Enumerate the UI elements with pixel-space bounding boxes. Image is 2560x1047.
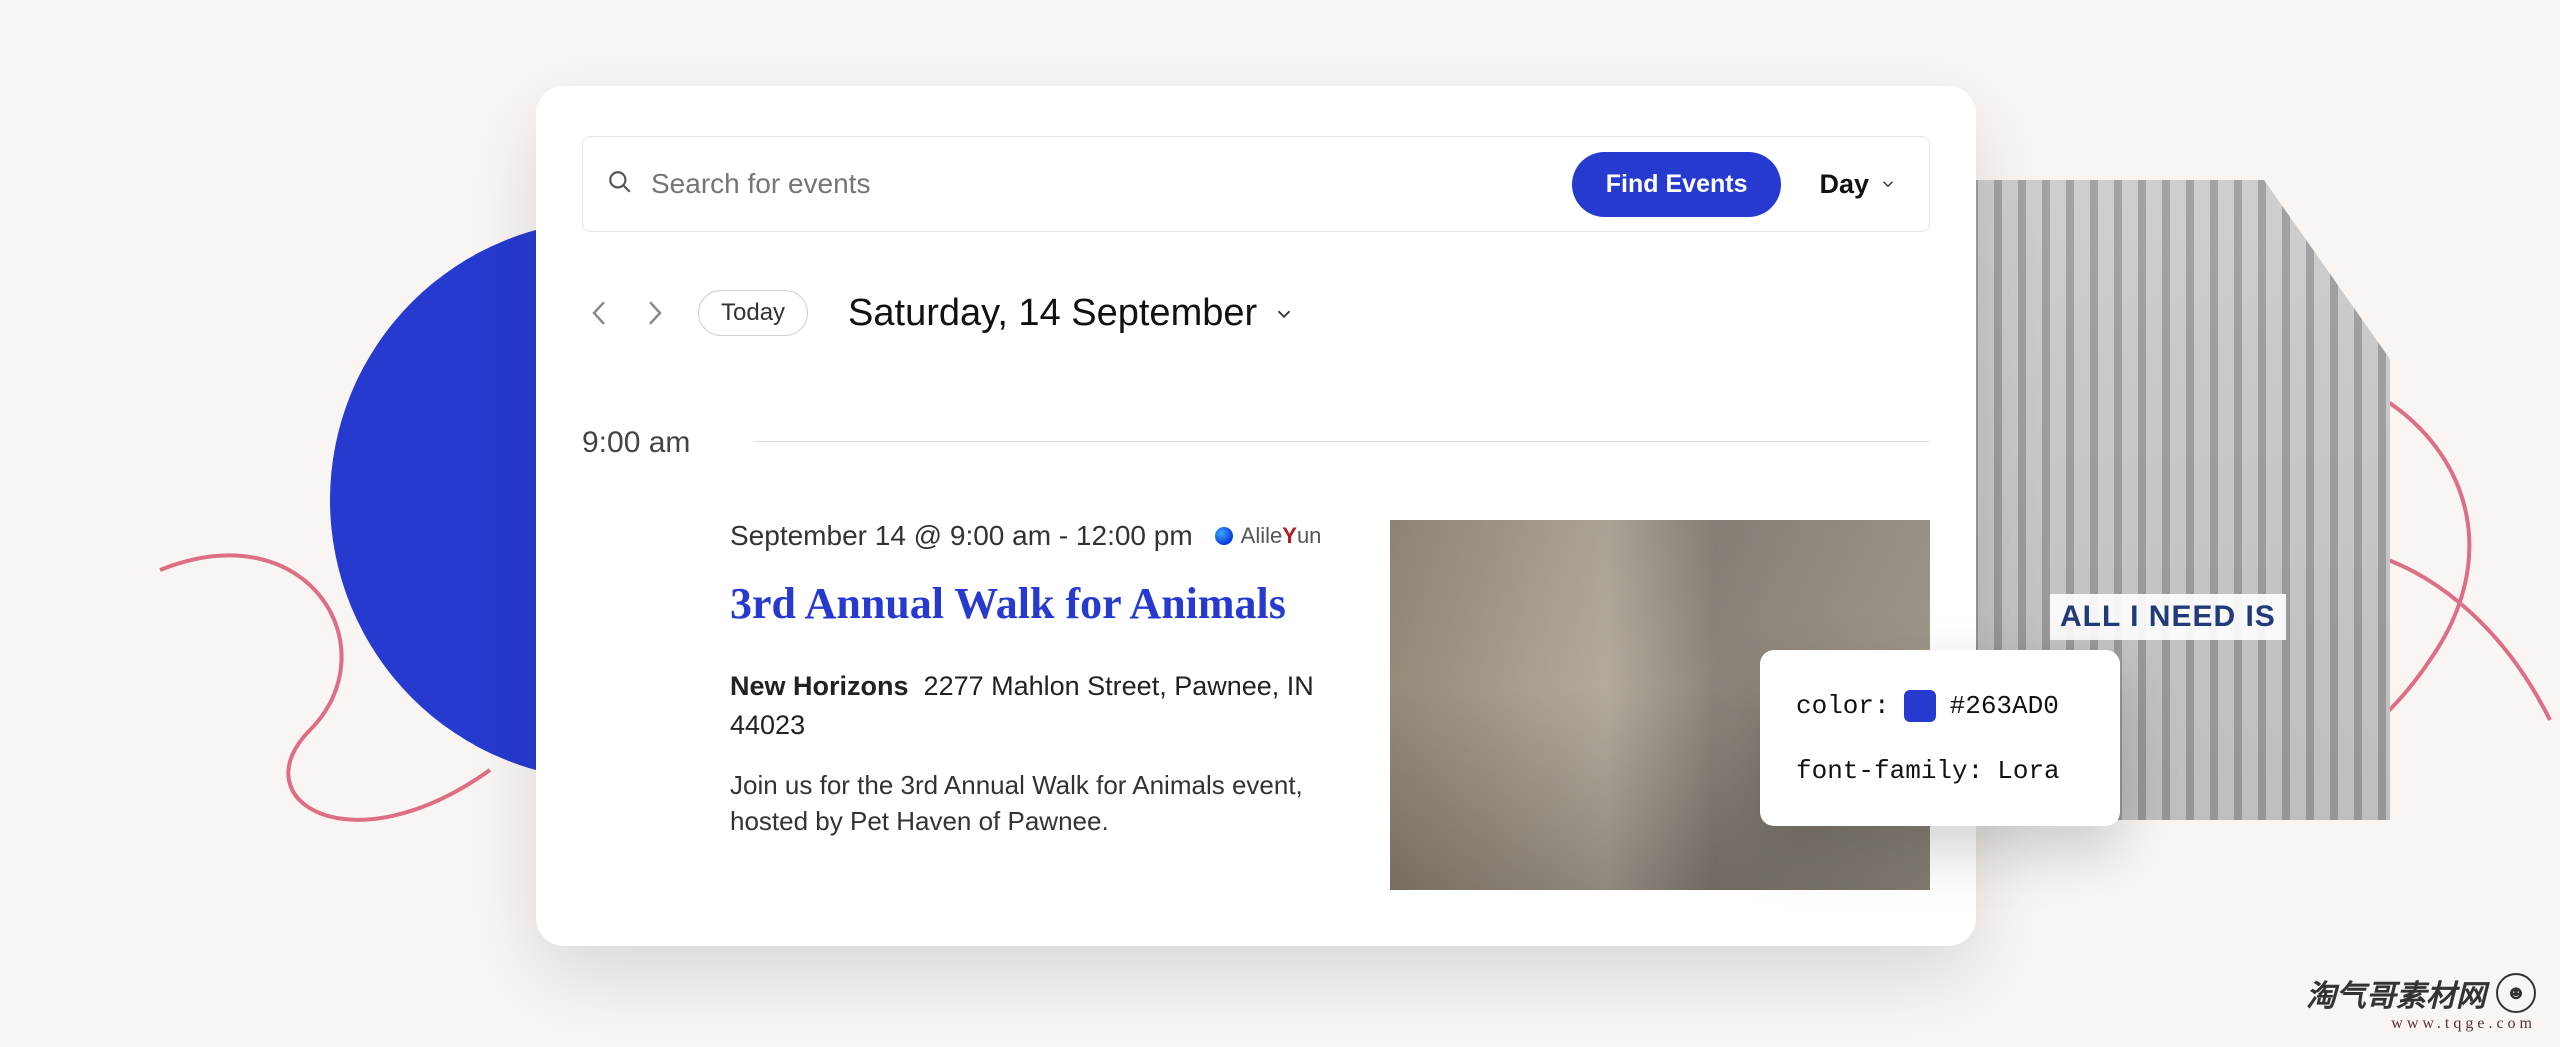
watermark-url: www.tqge.com	[2306, 1015, 2536, 1033]
callout-color-label: color:	[1796, 691, 1890, 721]
next-day-button[interactable]	[638, 296, 672, 330]
cloud-icon	[1215, 527, 1233, 545]
event-info: September 14 @ 9:00 am - 12:00 pm AlileY…	[730, 520, 1350, 890]
callout-font-label: font-family:	[1796, 756, 1983, 786]
event-description: Join us for the 3rd Annual Walk for Anim…	[730, 767, 1350, 840]
chevron-down-icon	[1273, 292, 1295, 335]
prev-day-button[interactable]	[582, 296, 616, 330]
chevron-down-icon	[1879, 169, 1897, 200]
event-datetime-row: September 14 @ 9:00 am - 12:00 pm AlileY…	[730, 520, 1350, 552]
event-venue: New Horizons 2277 Mahlon Street, Pawnee,…	[730, 667, 1350, 745]
style-callout: color: #263AD0 font-family: Lora	[1760, 650, 2120, 826]
event-badge: AlileYun	[1215, 523, 1322, 549]
find-events-button[interactable]: Find Events	[1572, 152, 1782, 217]
top-bar: Find Events Day	[582, 136, 1930, 232]
search-input[interactable]	[651, 168, 1552, 200]
color-swatch	[1904, 690, 1936, 722]
watermark-text: 淘气哥素材网	[2306, 971, 2486, 1015]
date-nav-row: Today Saturday, 14 September	[582, 290, 1930, 336]
tshirt-text: ALL I NEED IS	[2050, 594, 2286, 640]
watermark-icon: ☻	[2496, 973, 2536, 1013]
view-selector[interactable]: Day	[1801, 169, 1905, 200]
callout-color-row: color: #263AD0	[1796, 690, 2084, 722]
event-badge-text: AlileYun	[1241, 523, 1322, 549]
event-venue-name: New Horizons	[730, 671, 909, 701]
callout-color-value: #263AD0	[1950, 691, 2059, 721]
watermark: 淘气哥素材网 ☻ www.tqge.com	[2306, 971, 2536, 1033]
time-divider	[754, 441, 1930, 442]
decorative-squiggle-left	[130, 530, 530, 880]
date-heading-text: Saturday, 14 September	[848, 292, 1257, 335]
search-wrap	[607, 168, 1552, 200]
view-selector-label: Day	[1819, 169, 1869, 200]
callout-font-value: Lora	[1997, 756, 2059, 786]
search-icon	[607, 169, 633, 200]
time-label: 9:00 am	[582, 426, 722, 460]
date-heading[interactable]: Saturday, 14 September	[848, 292, 1295, 335]
event-item: September 14 @ 9:00 am - 12:00 pm AlileY…	[730, 520, 1930, 890]
today-button[interactable]: Today	[698, 290, 808, 336]
event-title[interactable]: 3rd Annual Walk for Animals	[730, 578, 1350, 631]
callout-font-row: font-family: Lora	[1796, 756, 2084, 786]
time-slot-row: 9:00 am	[582, 426, 1930, 460]
event-datetime: September 14 @ 9:00 am - 12:00 pm	[730, 520, 1193, 552]
